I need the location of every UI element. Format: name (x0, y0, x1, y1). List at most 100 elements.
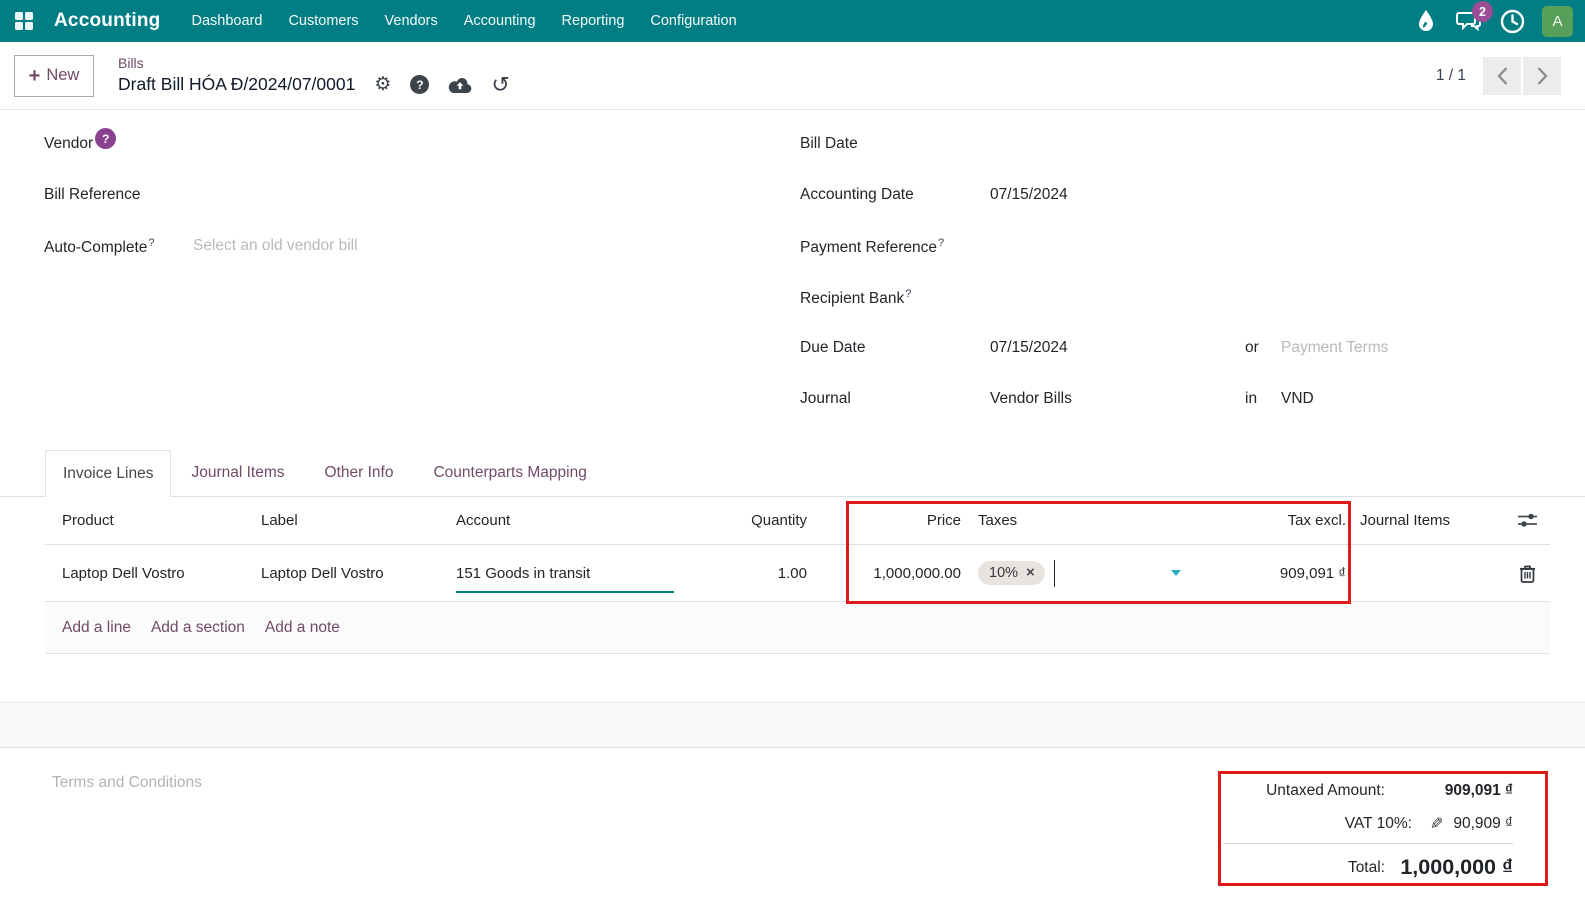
tab-journal-items[interactable]: Journal Items (171, 450, 304, 496)
pager-previous-button[interactable] (1483, 56, 1521, 95)
bill-reference-field-row: Bill Reference (44, 184, 764, 235)
currency-input[interactable]: VND (1281, 388, 1314, 408)
recipient-bank-label: Recipient Bank? (800, 288, 912, 308)
bill-reference-label: Bill Reference (44, 186, 141, 203)
systray: 2 A (1413, 1, 1573, 37)
pager-next-button[interactable] (1523, 56, 1561, 95)
messages-icon[interactable]: 2 (1456, 1, 1493, 34)
edit-tax-pencil-icon[interactable]: ✎ (1430, 814, 1443, 834)
untaxed-amount-value: 909,091 ₫ (1444, 781, 1513, 799)
cell-journal-items (1349, 545, 1504, 601)
plus-icon: + (28, 64, 41, 87)
due-date-field-row: Due Date 07/15/2024 or Payment Terms (800, 337, 1560, 388)
header-product[interactable]: Product (45, 497, 244, 544)
trash-icon (1519, 565, 1535, 583)
auto-complete-help-icon: ? (148, 237, 155, 249)
cloud-upload-icon[interactable] (448, 76, 472, 94)
nav-vendors[interactable]: Vendors (372, 0, 451, 42)
form-right-column: Bill Date Accounting Date 07/15/2024 Pay… (800, 133, 1560, 439)
vendor-help-badge-icon[interactable]: ? (95, 128, 117, 149)
breadcrumb: Bills Draft Bill HÓA Đ/2024/07/0001 ⚙ ? … (118, 55, 510, 95)
terms-and-conditions-input[interactable]: Terms and Conditions (52, 774, 202, 792)
header-label[interactable]: Label (244, 497, 444, 544)
in-text: in (1245, 390, 1258, 407)
total-value: 1,000,000 ₫ (1400, 855, 1513, 879)
totals-block: Untaxed Amount: 909,091 ₫ VAT 10%: ✎ 90,… (1223, 774, 1513, 887)
cell-quantity[interactable]: 1.00 (674, 545, 809, 601)
apps-grid-icon (15, 12, 33, 30)
breadcrumb-bills-link[interactable]: Bills (118, 55, 510, 71)
cell-product[interactable]: Laptop Dell Vostro (45, 545, 244, 601)
bill-date-label: Bill Date (800, 135, 858, 152)
apps-menu-button[interactable] (0, 0, 48, 42)
nav-dashboard[interactable]: Dashboard (179, 0, 276, 42)
empty-table-area (0, 654, 1585, 703)
tax-tag[interactable]: 10% × (978, 561, 1045, 585)
cell-label[interactable]: Laptop Dell Vostro (244, 545, 444, 601)
auto-complete-input[interactable]: Select an old vendor bill (193, 235, 358, 255)
cell-tax-excl: 909,091 ₫ (1279, 564, 1346, 582)
accounting-date-label: Accounting Date (800, 186, 914, 203)
sheet-footer-band (0, 703, 1585, 748)
cell-account[interactable]: 151 Goods in transit (444, 545, 674, 601)
tab-other-info[interactable]: Other Info (305, 450, 414, 496)
gear-icon[interactable]: ⚙ (374, 75, 391, 94)
payment-terms-input[interactable]: Payment Terms (1281, 337, 1388, 357)
sliders-icon (1517, 513, 1537, 527)
text-cursor (1053, 559, 1056, 587)
nav-customers[interactable]: Customers (275, 0, 371, 42)
form-left-column: Vendor? Bill Reference Auto-Complete? Se… (44, 128, 764, 286)
recipient-bank-input[interactable] (990, 286, 1245, 288)
header-journal-items[interactable]: Journal Items (1349, 497, 1504, 544)
activities-droplet-icon[interactable] (1413, 8, 1439, 34)
user-avatar[interactable]: A (1542, 5, 1573, 37)
header-account[interactable]: Account (444, 497, 674, 544)
due-date-input[interactable]: 07/15/2024 (990, 337, 1245, 357)
untaxed-amount-label: Untaxed Amount: (1266, 781, 1385, 799)
header-taxes[interactable]: Taxes (964, 497, 1194, 544)
cell-taxes[interactable]: 10% × (964, 545, 1194, 601)
messages-count-badge: 2 (1472, 1, 1493, 22)
tax-remove-icon[interactable]: × (1026, 564, 1035, 581)
due-date-label: Due Date (800, 339, 866, 356)
recipient-bank-help-icon: ? (905, 288, 912, 300)
tax-tag-label: 10% (989, 564, 1019, 581)
cell-price[interactable]: 1,000,000.00 (809, 545, 964, 601)
header-tax-excl[interactable]: Tax excl. (1194, 497, 1349, 544)
accounting-date-field-row: Accounting Date 07/15/2024 (800, 184, 1560, 235)
vat-row: VAT 10%: ✎ 90,909 ₫ (1223, 807, 1513, 840)
invoice-line-row: Laptop Dell Vostro Laptop Dell Vostro 15… (45, 545, 1550, 602)
help-icon[interactable]: ? (410, 75, 430, 95)
delete-line-button[interactable] (1504, 545, 1550, 601)
optional-columns-button[interactable] (1504, 497, 1550, 544)
payment-reference-input[interactable] (990, 235, 1245, 237)
bill-date-field-row: Bill Date (800, 133, 1560, 184)
notebook-tabs: Invoice Lines Journal Items Other Info C… (0, 450, 1585, 497)
nav-reporting[interactable]: Reporting (549, 0, 638, 42)
invoice-lines-table: Product Label Account Quantity Price Tax… (45, 497, 1550, 654)
journal-input[interactable]: Vendor Bills (990, 388, 1245, 408)
header-quantity[interactable]: Quantity (674, 497, 809, 544)
page-title: Draft Bill HÓA Đ/2024/07/0001 (118, 74, 356, 95)
table-header-row: Product Label Account Quantity Price Tax… (45, 497, 1550, 545)
add-section-link[interactable]: Add a section (151, 619, 245, 637)
activity-clock-icon[interactable] (1499, 8, 1525, 34)
new-button-label: New (46, 66, 80, 84)
undo-icon[interactable]: ↺ (491, 73, 509, 96)
pager: 1 / 1 (1436, 56, 1561, 95)
journal-label: Journal (800, 390, 851, 407)
nav-configuration[interactable]: Configuration (637, 0, 749, 42)
new-button[interactable]: + New (14, 54, 94, 97)
accounting-date-input[interactable]: 07/15/2024 (990, 184, 1245, 204)
taxes-dropdown-icon[interactable] (1171, 570, 1181, 576)
bill-date-input[interactable] (990, 133, 1245, 135)
auto-complete-label: Auto-Complete? (44, 237, 155, 257)
header-price[interactable]: Price (809, 497, 964, 544)
tab-invoice-lines[interactable]: Invoice Lines (45, 450, 172, 497)
app-title[interactable]: Accounting (54, 10, 161, 32)
recipient-bank-field-row: Recipient Bank? (800, 286, 1560, 337)
add-line-link[interactable]: Add a line (62, 619, 131, 637)
add-note-link[interactable]: Add a note (265, 619, 340, 637)
tab-counterparts-mapping[interactable]: Counterparts Mapping (413, 450, 606, 496)
nav-accounting[interactable]: Accounting (451, 0, 549, 42)
